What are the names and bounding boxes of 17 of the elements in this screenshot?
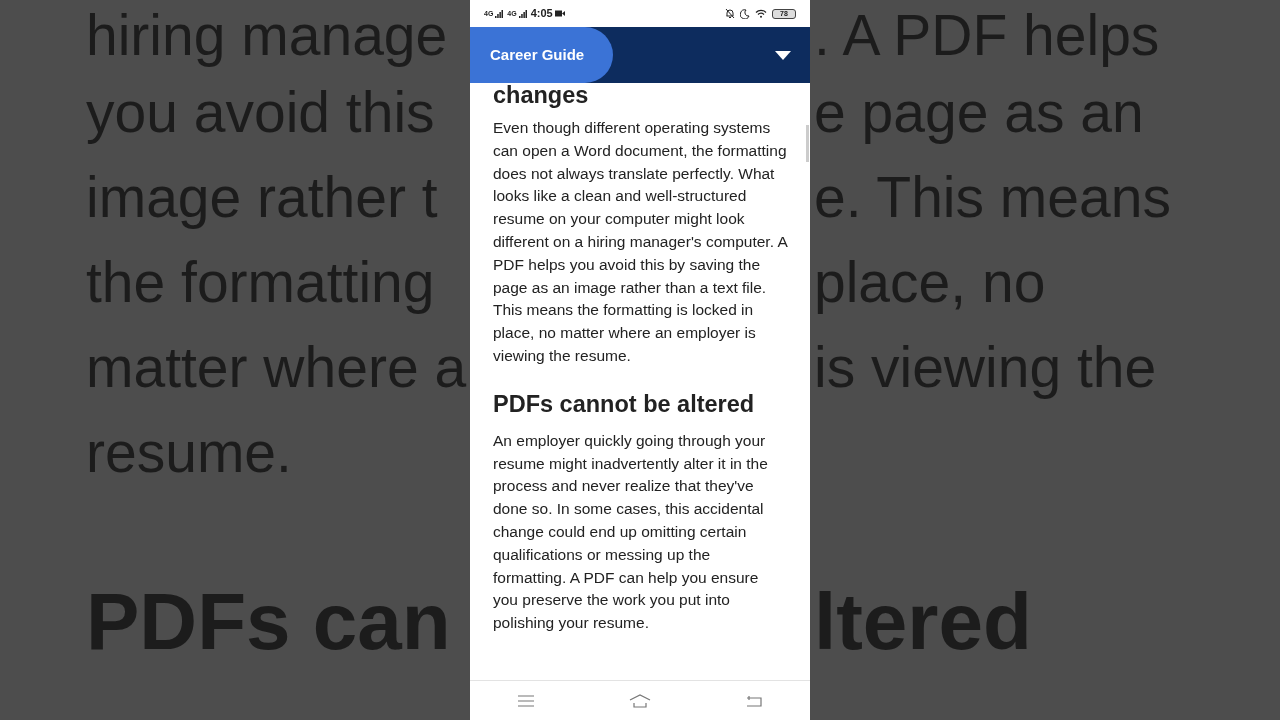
signal-icon: [495, 9, 504, 18]
section-heading: changes: [493, 83, 590, 109]
status-time: 4:05: [530, 6, 553, 22]
menu-icon[interactable]: [517, 694, 534, 707]
home-icon[interactable]: [629, 693, 651, 708]
signal-icon: [518, 9, 527, 18]
scrollbar-thumb[interactable]: [806, 125, 809, 162]
back-icon[interactable]: [746, 694, 763, 707]
article-paragraph: An employer quickly going through your resume might inadvertently alter it in the process and never realize that they've done so. In some cases, this accidental change could end up omitting certain qualifications or messing up the formatting. A PDF can help you ensure you preserve the work you put into polishing your resume.: [493, 430, 769, 634]
section-heading: PDFs cannot be altered: [493, 389, 756, 418]
dropdown-caret-icon[interactable]: [775, 50, 791, 60]
moon-icon: [740, 8, 750, 19]
video-camera-icon: [554, 10, 565, 17]
bell-off-icon: [725, 8, 735, 19]
wifi-icon: [755, 9, 767, 18]
article-paragraph: Even though different operating systems can open a Word document, the formatting does not always translate perfectly. What looks like a clean and well-structured resume on your computer might look different on a hiring manager's computer. A PDF helps you avoid this by saving the page as an image rather than a text file. This means the formatting is locked in place, no matter where an employer is viewing the resume.: [493, 118, 787, 366]
header-title[interactable]: Career Guide: [470, 27, 613, 83]
